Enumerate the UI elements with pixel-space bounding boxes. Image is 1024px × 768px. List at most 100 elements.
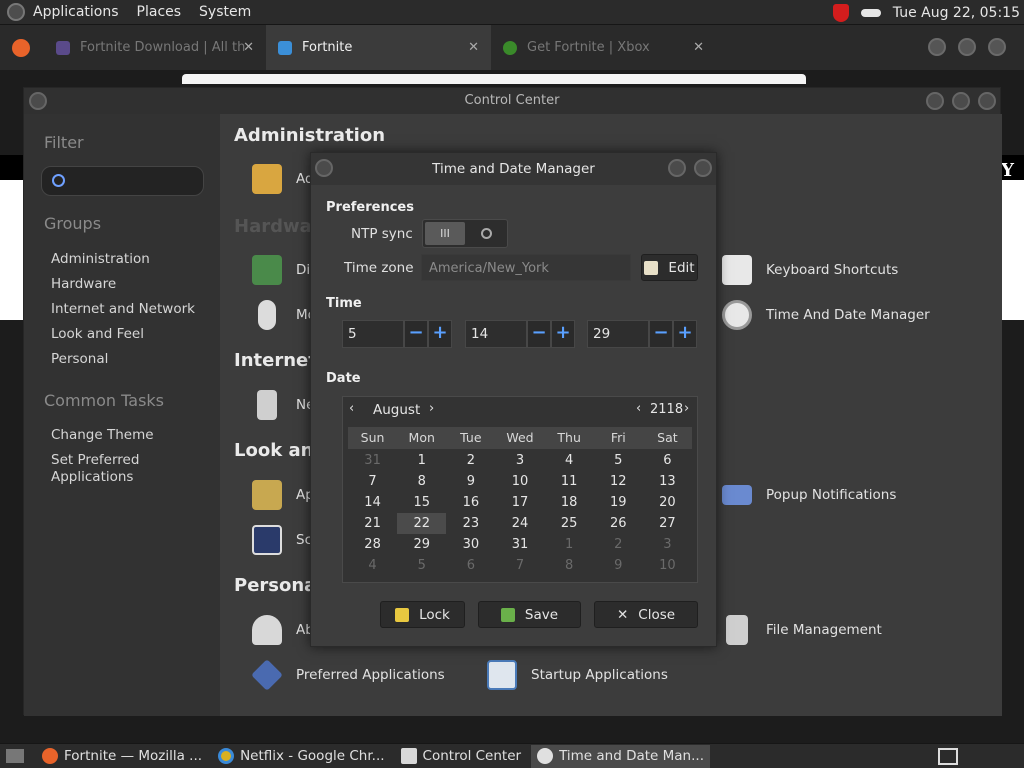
calendar-day[interactable]: 21 — [348, 513, 397, 534]
calendar-day[interactable]: 2 — [446, 450, 495, 471]
calendar-day[interactable]: 3 — [643, 534, 692, 555]
item-time-date-manager[interactable]: Time And Date Manager — [722, 300, 930, 330]
taskbar-time-date-manager[interactable]: Time and Date Man... — [531, 744, 710, 768]
minutes-increment-button[interactable]: + — [551, 320, 575, 348]
tdm-titlebar[interactable]: Time and Date Manager — [311, 153, 716, 185]
menu-system[interactable]: System — [199, 4, 251, 20]
minimize-button[interactable] — [668, 159, 686, 177]
close-icon[interactable]: ✕ — [693, 40, 704, 55]
item-network[interactable]: Ne — [252, 390, 314, 420]
taskbar-firefox[interactable]: Fortnite — Mozilla ... — [36, 745, 208, 768]
window-menu-button[interactable] — [315, 159, 333, 177]
seconds-decrement-button[interactable]: − — [649, 320, 673, 348]
minimize-button[interactable] — [928, 38, 946, 56]
hours-decrement-button[interactable]: − — [404, 320, 428, 348]
distro-logo-icon[interactable] — [7, 3, 25, 21]
calendar-day[interactable]: 27 — [643, 513, 692, 534]
browser-tab-fortnite-download[interactable]: Fortnite Download | All th ✕ — [44, 25, 266, 70]
calendar-day[interactable]: 9 — [446, 471, 495, 492]
calendar-day[interactable]: 28 — [348, 534, 397, 555]
calendar-day[interactable]: 31 — [348, 450, 397, 471]
calendar-day[interactable]: 6 — [446, 555, 495, 576]
item-administration[interactable]: Ad — [252, 164, 314, 194]
calendar-day[interactable]: 7 — [348, 471, 397, 492]
shield-icon[interactable] — [832, 3, 849, 22]
calendar-day[interactable]: 24 — [495, 513, 544, 534]
calendar-day[interactable]: 4 — [545, 450, 594, 471]
item-preferred-applications[interactable]: Preferred Applications — [251, 659, 445, 691]
calendar-day[interactable]: 23 — [446, 513, 495, 534]
edit-time-zone-button[interactable]: Edit — [641, 254, 698, 281]
ntp-sync-toggle[interactable]: III — [422, 219, 508, 248]
calendar-day[interactable]: 10 — [495, 471, 544, 492]
calendar-day[interactable]: 20 — [643, 492, 692, 513]
window-menu-button[interactable] — [29, 92, 47, 110]
show-desktop-icon[interactable] — [6, 749, 24, 763]
hours-input[interactable]: 5 — [342, 320, 404, 348]
calendar-day[interactable]: 14 — [348, 492, 397, 513]
prev-month-button[interactable]: ‹ — [349, 401, 354, 416]
taskbar-chrome[interactable]: Netflix - Google Chr... — [212, 745, 390, 768]
item-file-management[interactable]: File Management — [722, 615, 882, 645]
save-button[interactable]: Save — [478, 601, 581, 628]
group-administration[interactable]: Administration — [51, 251, 150, 267]
calendar-day[interactable]: 5 — [397, 555, 446, 576]
calendar-day[interactable]: 19 — [594, 492, 643, 513]
next-month-button[interactable]: › — [429, 401, 434, 416]
minimize-button[interactable] — [926, 92, 944, 110]
browser-tab-fortnite[interactable]: Fortnite ✕ — [266, 25, 491, 70]
item-display[interactable]: Dis — [252, 255, 317, 285]
calendar-day[interactable]: 10 — [643, 555, 692, 576]
group-hardware[interactable]: Hardware — [51, 276, 116, 292]
calendar-day[interactable]: 18 — [545, 492, 594, 513]
seconds-input[interactable]: 29 — [587, 320, 649, 348]
calendar-day[interactable]: 25 — [545, 513, 594, 534]
calendar-day[interactable]: 8 — [397, 471, 446, 492]
calendar-day[interactable]: 2 — [594, 534, 643, 555]
next-year-button[interactable]: › — [684, 401, 689, 416]
close-icon[interactable]: ✕ — [468, 40, 479, 55]
calendar-day[interactable]: 26 — [594, 513, 643, 534]
close-button[interactable] — [694, 159, 712, 177]
key-icon[interactable] — [860, 8, 881, 17]
item-screensaver[interactable]: Scr — [252, 525, 318, 555]
calendar-day[interactable]: 5 — [594, 450, 643, 471]
calendar-day[interactable]: 30 — [446, 534, 495, 555]
item-about-me[interactable]: Ab — [252, 615, 314, 645]
calendar-day[interactable]: 17 — [495, 492, 544, 513]
calendar-day[interactable]: 16 — [446, 492, 495, 513]
calendar-day[interactable]: 7 — [495, 555, 544, 576]
calendar-day[interactable]: 1 — [545, 534, 594, 555]
browser-tab-xbox[interactable]: Get Fortnite | Xbox ✕ — [491, 25, 716, 70]
calendar-day[interactable]: 29 — [397, 534, 446, 555]
clock[interactable]: Tue Aug 22, 05:15 — [893, 5, 1020, 21]
calendar-day[interactable]: 9 — [594, 555, 643, 576]
group-personal[interactable]: Personal — [51, 351, 108, 367]
seconds-increment-button[interactable]: + — [673, 320, 697, 348]
calendar-day[interactable]: 6 — [643, 450, 692, 471]
item-popup-notifications[interactable]: Popup Notifications — [722, 480, 896, 510]
minutes-input[interactable]: 14 — [465, 320, 527, 348]
calendar-day[interactable]: 4 — [348, 555, 397, 576]
lock-button[interactable]: Lock — [380, 601, 465, 628]
close-dialog-button[interactable]: ✕ Close — [594, 601, 698, 628]
close-button[interactable] — [988, 38, 1006, 56]
menu-applications[interactable]: Applications — [33, 4, 119, 20]
hours-increment-button[interactable]: + — [428, 320, 452, 348]
calendar-day[interactable]: 15 — [397, 492, 446, 513]
item-appearance[interactable]: Ap — [252, 480, 314, 510]
calendar-day[interactable]: 8 — [545, 555, 594, 576]
task-set-preferred-applications[interactable]: Set Preferred Applications — [51, 452, 171, 486]
close-icon[interactable]: ✕ — [243, 40, 254, 55]
item-startup-applications[interactable]: Startup Applications — [487, 660, 668, 690]
taskbar-control-center[interactable]: Control Center — [395, 745, 528, 768]
menu-places[interactable]: Places — [137, 4, 182, 20]
calendar-day-selected[interactable]: 22 — [397, 513, 447, 534]
group-look-feel[interactable]: Look and Feel — [51, 326, 144, 342]
item-keyboard-shortcuts[interactable]: Keyboard Shortcuts — [722, 255, 898, 285]
maximize-button[interactable] — [958, 38, 976, 56]
calendar-day[interactable]: 1 — [397, 450, 446, 471]
calendar-day[interactable]: 11 — [545, 471, 594, 492]
url-bar[interactable] — [182, 74, 806, 84]
workspace-switcher-icon[interactable] — [938, 748, 958, 765]
